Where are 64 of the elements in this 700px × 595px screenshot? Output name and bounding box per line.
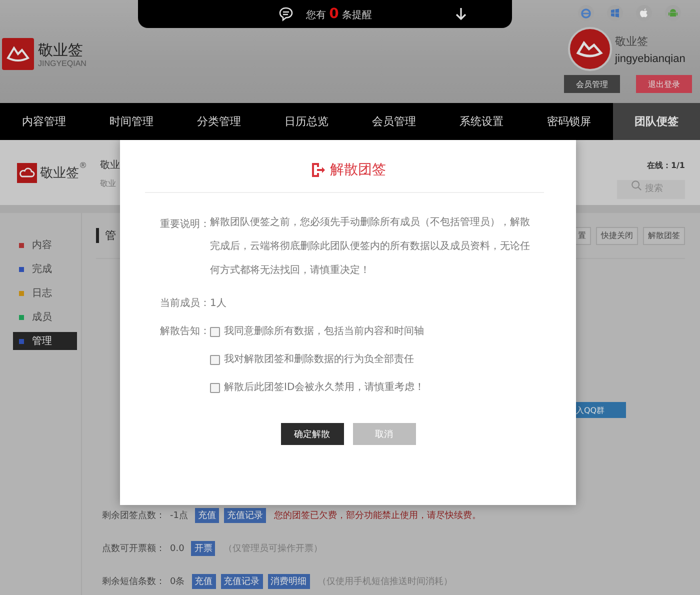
search-icon: [631, 180, 642, 191]
user-account: jingyebianqian: [615, 52, 686, 64]
reminder-text: 您有 0 条提醒: [306, 6, 372, 22]
small-button[interactable]: 充值: [192, 574, 216, 589]
logo-icon: [2, 38, 34, 70]
members-count: 1人: [210, 297, 228, 311]
agreement-text: 我同意删除所有数据，包括当前内容和时间轴: [224, 325, 424, 339]
side-menu-item[interactable]: 完成: [13, 260, 77, 278]
row-label: 点数可开票额：: [102, 542, 165, 555]
nav-tab[interactable]: 分类管理: [175, 103, 262, 140]
nav-tab[interactable]: 时间管理: [88, 103, 175, 140]
cloud-logo-icon: [17, 162, 37, 182]
checkbox[interactable]: [210, 327, 220, 337]
small-button[interactable]: 充值记录: [220, 574, 263, 589]
row-value: 0条: [170, 576, 185, 588]
team-logo-name: 敬业签: [40, 164, 79, 182]
member-button[interactable]: 会员管理: [564, 75, 620, 93]
agreement-text: 我对解散团签和删除数据的行为负全部责任: [224, 353, 414, 367]
down-arrow-icon[interactable]: [455, 7, 467, 21]
logo-name: 敬业签: [38, 40, 84, 58]
nav-tab[interactable]: 日历总览: [262, 103, 350, 140]
small-button[interactable]: 充值记录: [224, 508, 266, 523]
checkbox[interactable]: [210, 355, 220, 365]
small-button[interactable]: 充值: [194, 508, 219, 523]
online-count: 在线：1/1: [646, 160, 685, 171]
chat-bubble-icon: [278, 6, 294, 22]
agree-label: 解散告知：: [159, 325, 210, 339]
exit-door-icon: [310, 162, 326, 178]
row-label: 剩余团签点数：: [102, 510, 165, 522]
side-menu-item[interactable]: 日志: [13, 284, 77, 302]
notice-text: 解散团队便签之前，您必须先手动删除所有成员（不包括管理员），解散完成后，云端将彻底删除此团队便签内的所有数据以及成员资料，无论任何方式都将无法找回，请慎重决定！: [210, 216, 531, 278]
dialog-title: 解散团签: [330, 161, 386, 179]
agreement-text: 解散后此团签ID会被永久禁用，请慎重考虑！: [224, 381, 425, 395]
nav-tab[interactable]: 会员管理: [350, 103, 438, 140]
row-note: （仅管理员可操作开票）: [223, 542, 322, 555]
checkbox[interactable]: [210, 383, 220, 393]
registered-mark: ®: [79, 161, 87, 170]
action-button[interactable]: 快捷关闭: [596, 226, 638, 244]
side-menu-item[interactable]: 成员: [13, 308, 77, 326]
team-title: 敬业: [100, 158, 120, 172]
nav-tab[interactable]: 内容管理: [0, 103, 88, 140]
members-label: 当前成员：: [159, 297, 210, 311]
qq-group-button[interactable]: 入QQ群: [576, 402, 626, 418]
user-name: 敬业签: [615, 34, 649, 48]
row-note: 您的团签已欠费，部分功能禁止使用，请尽快续费。: [274, 510, 481, 522]
small-button[interactable]: 消费明细: [268, 574, 310, 589]
confirm-button[interactable]: 确定解散: [280, 423, 344, 445]
side-menu-item[interactable]: 内容: [13, 236, 77, 254]
logo-subtitle: JINGYEQIAN: [38, 58, 86, 68]
action-button[interactable]: 解散团签: [643, 226, 685, 244]
side-menu-item[interactable]: 管理: [13, 332, 77, 350]
row-note: （仅使用手机短信推送时间消耗）: [318, 576, 453, 588]
nav-tab[interactable]: 系统设置: [438, 103, 525, 140]
team-subtitle: 敬业: [100, 178, 117, 189]
avatar-icon[interactable]: [568, 27, 612, 71]
logout-button[interactable]: 退出登录: [636, 75, 692, 93]
panel-heading: 管: [96, 228, 116, 243]
notice-label: 重要说明：: [159, 218, 210, 232]
small-button[interactable]: 开票: [191, 541, 216, 556]
nav-tab[interactable]: 密码锁屏: [525, 103, 612, 140]
row-value: -1点: [170, 510, 188, 522]
row-value: 0.0: [170, 544, 184, 554]
nav-tab[interactable]: 团队便签: [612, 103, 700, 140]
row-label: 剩余短信条数：: [102, 576, 165, 588]
